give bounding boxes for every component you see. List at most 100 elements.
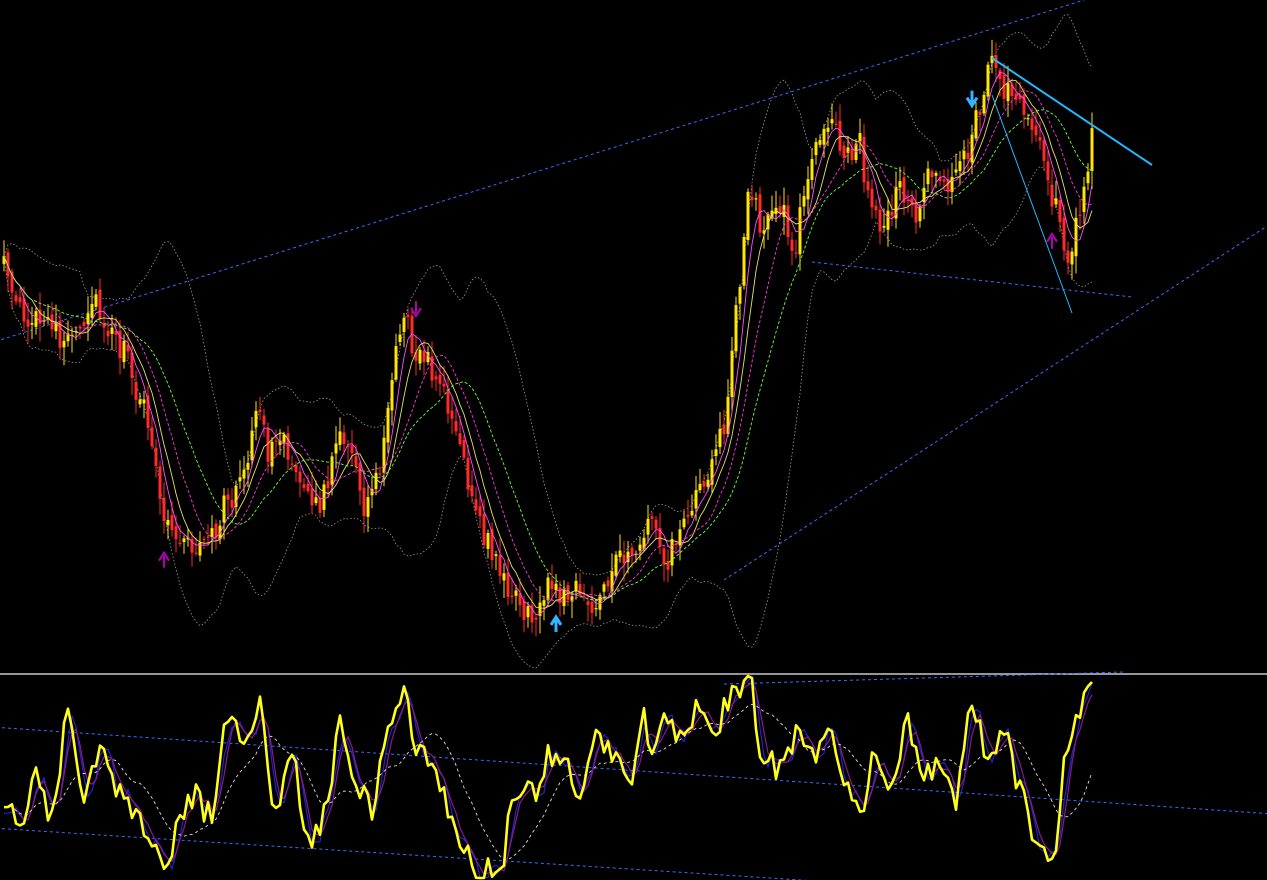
candle-body	[166, 519, 170, 526]
candle-body	[750, 196, 754, 201]
candle-body	[110, 327, 114, 334]
candle-body	[1046, 161, 1050, 181]
candle-body	[258, 409, 262, 413]
candle-body	[890, 212, 894, 216]
candle-body	[1082, 186, 1086, 212]
candle-body	[174, 526, 178, 540]
candle-body	[602, 584, 606, 592]
candle-body	[210, 528, 214, 538]
candle-body	[686, 514, 690, 517]
candle-body	[650, 516, 654, 519]
candle-body	[226, 494, 230, 500]
candle-body	[818, 140, 822, 145]
candle-body	[1026, 118, 1030, 120]
up-arrow-icon	[549, 614, 563, 632]
candle-body	[554, 583, 558, 591]
candle-body	[302, 484, 306, 488]
candle-body	[590, 601, 594, 613]
candle-body	[790, 239, 794, 251]
candle-body	[486, 533, 490, 549]
candle-body	[274, 440, 278, 442]
candle-body	[222, 495, 226, 523]
candle-body	[578, 584, 582, 596]
price-channel-line-1	[723, 225, 1267, 581]
candle-body	[202, 538, 206, 541]
candle-body	[1062, 217, 1066, 251]
candle-body	[714, 449, 718, 457]
candle-body	[882, 225, 886, 228]
candle-body	[250, 430, 254, 461]
candle-body	[930, 171, 934, 178]
osc-channel-line-1	[0, 828, 809, 880]
candle-body	[546, 577, 550, 601]
candle-body	[614, 554, 618, 576]
candle-body	[94, 294, 98, 307]
candle-body	[418, 349, 422, 364]
candle-body	[1030, 118, 1034, 130]
candle-body	[458, 433, 462, 445]
candle-body	[698, 483, 702, 491]
candle-body	[334, 443, 338, 454]
up-arrow-icon	[1046, 231, 1058, 249]
candle-body	[446, 389, 450, 414]
candle-body	[322, 484, 326, 510]
candle-body	[382, 437, 386, 473]
candle-body	[366, 497, 370, 517]
trading-chart[interactable]	[0, 0, 1267, 880]
candle-body	[842, 145, 846, 159]
candle-body	[482, 513, 486, 546]
price-pane[interactable]	[0, 0, 1267, 669]
oscillator-pane[interactable]	[0, 671, 1267, 880]
candle-body	[142, 399, 146, 404]
candle-body	[550, 580, 554, 590]
candle-body	[314, 497, 318, 504]
candle-body	[398, 334, 402, 342]
candle-body	[246, 462, 250, 470]
candle-body	[310, 488, 314, 506]
candle-body	[918, 206, 922, 222]
candle-body	[526, 606, 530, 618]
candle-body	[358, 462, 362, 491]
candle-body	[30, 323, 34, 325]
candle-body	[290, 463, 294, 465]
candle-body	[14, 295, 18, 302]
candle-body	[162, 497, 166, 522]
candle-body	[778, 206, 782, 213]
candle-body	[654, 519, 658, 529]
candle-body	[838, 120, 842, 151]
candle-body	[910, 197, 914, 204]
candle-body	[262, 415, 266, 425]
candle-body	[754, 198, 758, 200]
candle-body	[542, 600, 546, 606]
candle-body	[758, 194, 762, 233]
candle-body	[738, 287, 742, 304]
candle-body	[962, 150, 966, 160]
candle-body	[350, 445, 354, 454]
candle-body	[862, 136, 866, 183]
moving-average-8	[3, 79, 1093, 609]
candle-body	[1058, 199, 1062, 223]
price-channel-line-0	[0, 0, 1085, 341]
candle-body	[138, 399, 142, 405]
candle-body	[34, 311, 38, 327]
candle-body	[858, 133, 862, 142]
candle-body	[158, 466, 162, 499]
chart-canvas[interactable]	[0, 0, 1267, 880]
oscillator-signal-dashed	[3, 703, 1093, 860]
candle-body	[562, 589, 566, 607]
candle-body	[26, 319, 30, 327]
candle-body	[374, 472, 378, 490]
candle-body	[1006, 83, 1010, 102]
candle-body	[630, 547, 634, 555]
candle-body	[354, 456, 358, 467]
candle-body	[122, 340, 126, 363]
candle-body	[330, 456, 334, 485]
candle-body	[926, 168, 930, 185]
candle-body	[98, 289, 102, 320]
candle-body	[438, 374, 442, 384]
candle-body	[1042, 140, 1046, 161]
candle-body	[522, 600, 526, 620]
candle-body	[706, 479, 710, 487]
candle-body	[194, 552, 198, 554]
candle-body	[362, 487, 366, 517]
